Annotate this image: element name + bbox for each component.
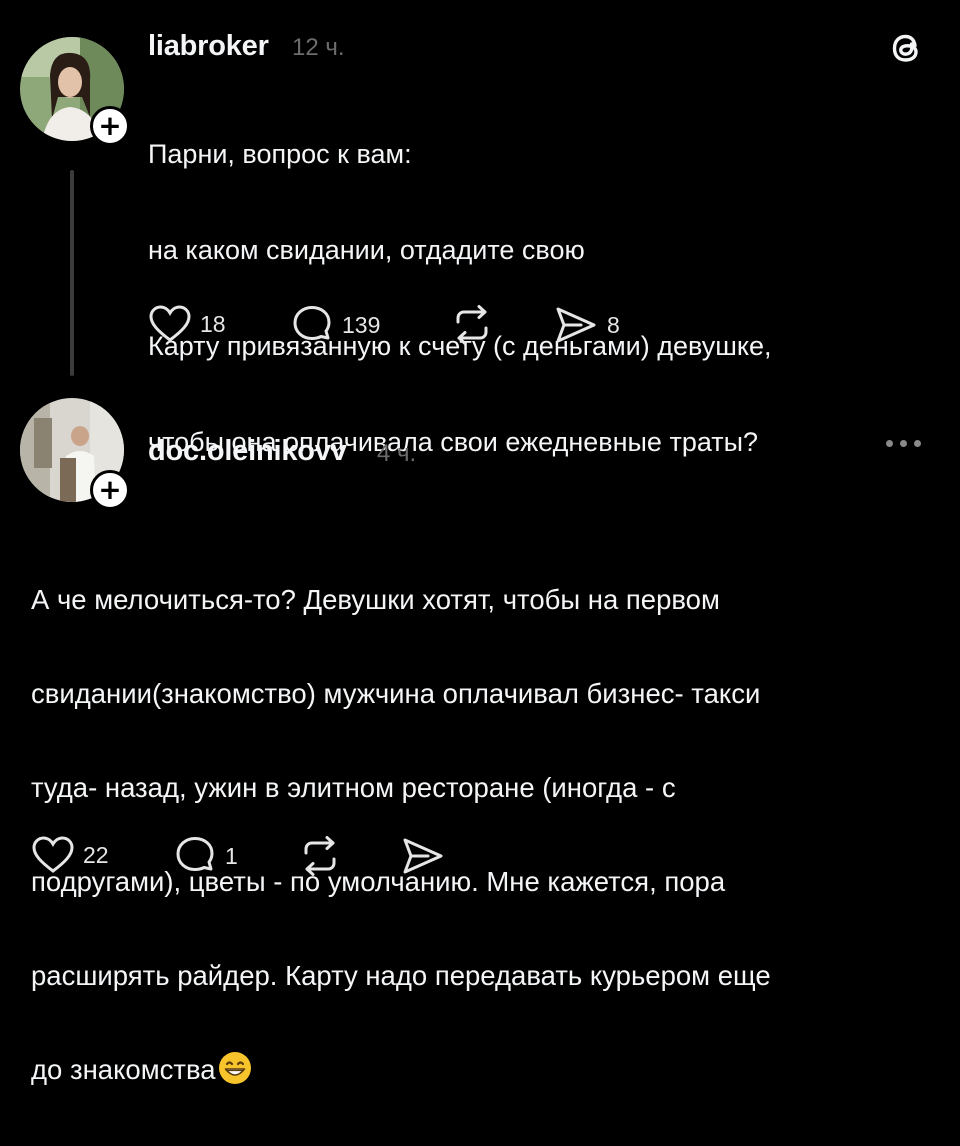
comment-icon — [293, 306, 331, 340]
share-button[interactable] — [400, 835, 446, 877]
threads-logo-icon[interactable] — [884, 26, 928, 75]
more-icon[interactable] — [886, 440, 921, 447]
post-line: расширять райдер. Карту надо передавать … — [31, 960, 771, 991]
post-line: Парни, вопрос к вам: — [148, 139, 412, 169]
send-icon — [403, 838, 443, 874]
like-button[interactable]: 18 — [148, 304, 226, 344]
post-line: А че мелочиться-то? Девушки хотят, чтобы… — [31, 584, 720, 615]
repost-button[interactable] — [298, 835, 342, 877]
follow-button-doc-oleinikovv[interactable]: + — [90, 470, 130, 510]
username-doc-oleinikovv[interactable]: doc.oleinikovv — [148, 435, 347, 468]
heart-icon — [149, 305, 191, 342]
plus-icon: + — [98, 109, 122, 142]
post-line: туда- назад, ужин в элитном ресторане (и… — [31, 772, 676, 803]
follow-button-liabroker[interactable]: + — [90, 106, 130, 146]
post-line: на каком свидании, отдадите свою — [148, 235, 585, 265]
thread-line — [70, 170, 74, 376]
heart-icon — [32, 836, 74, 873]
like-count: 22 — [83, 841, 109, 868]
like-count: 18 — [200, 310, 226, 337]
post-line: до знакомства — [31, 1054, 216, 1085]
plus-icon: + — [98, 473, 122, 506]
repost-button[interactable] — [450, 304, 494, 346]
reply-button[interactable]: 1 — [173, 835, 238, 877]
post-time: 12 ч. — [292, 34, 345, 61]
comment-icon — [176, 837, 214, 871]
repost-icon — [304, 836, 336, 876]
share-count: 8 — [607, 311, 620, 338]
send-icon — [556, 307, 596, 343]
share-button[interactable]: 8 — [553, 304, 620, 346]
post-line-last: до знакомства — [31, 1046, 771, 1099]
post-line: свидании(знакомство) мужчина оплачивал б… — [31, 678, 761, 709]
reply-count: 1 — [225, 842, 238, 869]
username-liabroker[interactable]: liabroker — [148, 30, 269, 63]
reply-count: 139 — [342, 311, 381, 338]
grinning-face-icon — [218, 1051, 252, 1099]
reply-button[interactable]: 139 — [290, 304, 380, 346]
repost-icon — [456, 305, 488, 345]
post-time: 4 ч. — [377, 440, 417, 467]
like-button[interactable]: 22 — [31, 835, 109, 875]
